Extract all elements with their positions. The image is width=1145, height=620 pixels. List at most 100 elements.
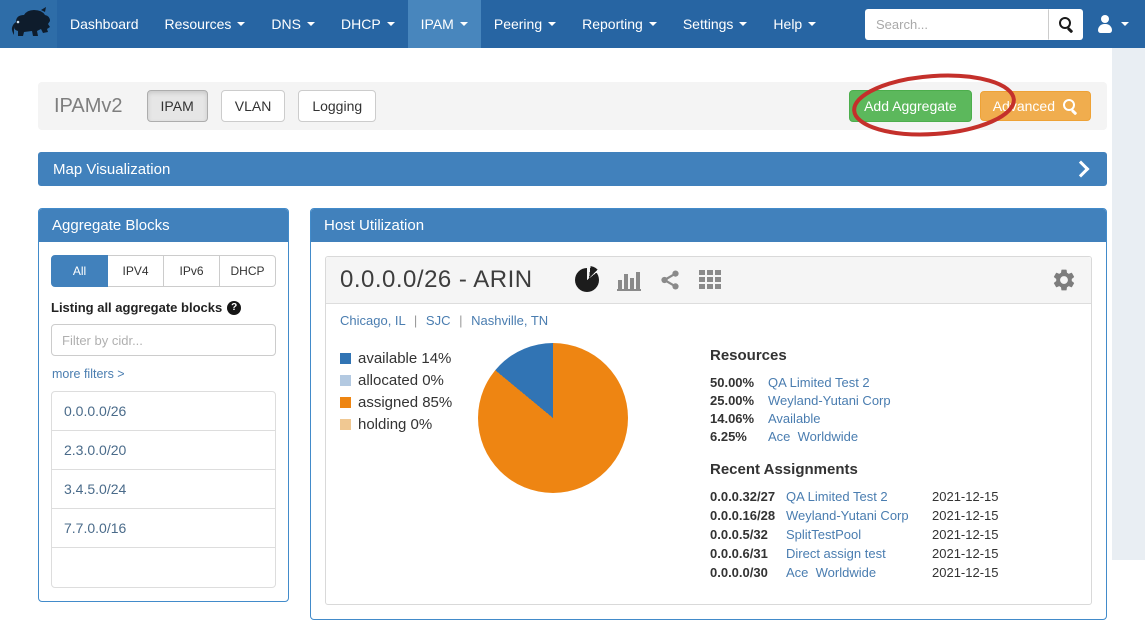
list-item[interactable]: 7.7.0.0/16: [52, 508, 275, 547]
list-item[interactable]: 0.0.0.0/26: [52, 392, 275, 430]
tab-ipam[interactable]: IPAM: [147, 90, 208, 122]
gear-icon[interactable]: [1051, 267, 1077, 293]
utilization-titlebar: 0.0.0.0/26 - ARIN: [326, 257, 1091, 304]
nav-item-resources[interactable]: Resources: [152, 0, 259, 48]
assignment-date: 2021-12-15: [932, 489, 1077, 504]
listing-label-row: Listing all aggregate blocks ?: [51, 300, 276, 315]
resource-link[interactable]: Ace Worldwide: [768, 429, 858, 444]
map-visualization-bar[interactable]: Map Visualization: [38, 152, 1107, 186]
help-icon[interactable]: ?: [227, 301, 241, 315]
scrollbar-track[interactable]: [1112, 48, 1145, 560]
nav-item-label: DNS: [271, 16, 301, 32]
assignment-link[interactable]: Weyland-Yutani Corp: [786, 508, 932, 523]
aggregate-filter-tabs: All IPV4 IPv6 DHCP: [51, 255, 276, 287]
resource-link[interactable]: Available: [768, 411, 821, 426]
tab-dhcp[interactable]: DHCP: [220, 255, 276, 287]
nav-item-label: Reporting: [582, 16, 643, 32]
nav-item-peering[interactable]: Peering: [481, 0, 569, 48]
table-row: 0.0.0.5/32SplitTestPool2021-12-15: [710, 527, 1077, 542]
more-filters-link[interactable]: more filters >: [52, 367, 125, 381]
tab-logging[interactable]: Logging: [298, 90, 376, 122]
nav-item-settings[interactable]: Settings: [670, 0, 761, 48]
nav-item-help[interactable]: Help: [760, 0, 829, 48]
chevron-down-icon: [808, 22, 816, 26]
utilization-pie-chart: [478, 343, 628, 493]
legend-item: available 14%: [340, 350, 478, 367]
search-icon: [1058, 16, 1074, 32]
search-icon: [1062, 98, 1078, 114]
table-row: 0.0.0.0/30Ace Worldwide2021-12-15: [710, 565, 1077, 580]
cidr-filter-input[interactable]: [51, 324, 276, 356]
chevron-down-icon: [649, 22, 657, 26]
tab-vlan[interactable]: VLAN: [221, 90, 286, 122]
app-logo[interactable]: [0, 0, 57, 48]
page-title: IPAMv2: [54, 95, 123, 118]
nav-item-dashboard[interactable]: Dashboard: [57, 0, 152, 48]
nav-item-reporting[interactable]: Reporting: [569, 0, 670, 48]
host-utilization-body: 0.0.0.0/26 - ARIN: [311, 242, 1106, 619]
chevron-down-icon: [387, 22, 395, 26]
search-input[interactable]: [865, 9, 1048, 40]
pie-chart-icon[interactable]: [575, 268, 599, 292]
assignment-link[interactable]: Ace Worldwide: [786, 565, 932, 580]
assignment-link[interactable]: QA Limited Test 2: [786, 489, 932, 504]
nav-item-label: Resources: [165, 16, 232, 32]
legend-label: holding 0%: [358, 416, 432, 433]
tab-ipv6[interactable]: IPv6: [164, 255, 220, 287]
advanced-search-button[interactable]: Advanced: [980, 91, 1091, 121]
table-row: 25.00%Weyland-Yutani Corp: [710, 393, 1077, 408]
assignment-date: 2021-12-15: [932, 565, 1077, 580]
list-item[interactable]: 3.4.5.0/24: [52, 469, 275, 508]
legend-swatch: [340, 419, 351, 430]
nav-item-dns[interactable]: DNS: [258, 0, 328, 48]
user-menu[interactable]: [1095, 15, 1129, 34]
nav-item-ipam[interactable]: IPAM: [408, 0, 481, 48]
tab-all[interactable]: All: [51, 255, 108, 287]
resource-link[interactable]: QA Limited Test 2: [768, 375, 870, 390]
resource-pct: 50.00%: [710, 375, 768, 390]
chevron-down-icon: [1121, 22, 1129, 26]
share-icon[interactable]: [659, 269, 681, 291]
table-row: 0.0.0.6/31Direct assign test2021-12-15: [710, 546, 1077, 561]
utilization-chart-row: available 14% allocated 0% assigned 85% …: [326, 330, 1091, 604]
legend-swatch: [340, 375, 351, 386]
location-links: Chicago, IL | SJC | Nashville, TN: [326, 304, 1091, 330]
assignment-link[interactable]: Direct assign test: [786, 546, 932, 561]
table-row: 6.25%Ace Worldwide: [710, 429, 1077, 444]
location-link[interactable]: SJC: [426, 313, 451, 328]
host-utilization-header: Host Utilization: [311, 209, 1106, 242]
assignment-link[interactable]: SplitTestPool: [786, 527, 932, 542]
nav-item-label: DHCP: [341, 16, 381, 32]
resource-pct: 14.06%: [710, 411, 768, 426]
logo-rhino-icon: [7, 5, 51, 43]
chevron-down-icon: [739, 22, 747, 26]
list-item[interactable]: 2.3.0.0/20: [52, 430, 275, 469]
global-search: [865, 9, 1083, 40]
assignment-date: 2021-12-15: [932, 527, 1077, 542]
list-item[interactable]: [52, 547, 275, 587]
legend-label: available 14%: [358, 350, 451, 367]
table-row: 50.00%QA Limited Test 2: [710, 375, 1077, 390]
location-separator: |: [459, 313, 462, 328]
resource-pct: 25.00%: [710, 393, 768, 408]
chevron-right-icon: [1073, 161, 1090, 178]
grid-view-icon[interactable]: [699, 270, 722, 290]
location-link[interactable]: Chicago, IL: [340, 313, 405, 328]
legend-item: allocated 0%: [340, 372, 478, 389]
utilization-info: Resources 50.00%QA Limited Test 2 25.00%…: [710, 345, 1077, 584]
add-aggregate-button[interactable]: Add Aggregate: [849, 90, 972, 122]
location-link[interactable]: Nashville, TN: [471, 313, 548, 328]
resource-pct: 6.25%: [710, 429, 768, 444]
nav-item-dhcp[interactable]: DHCP: [328, 0, 408, 48]
tab-ipv4[interactable]: IPV4: [108, 255, 164, 287]
nav-menu: Dashboard Resources DNS DHCP IPAM Peerin…: [57, 0, 829, 48]
nav-item-label: Settings: [683, 16, 734, 32]
search-button[interactable]: [1048, 9, 1083, 40]
legend-label: allocated 0%: [358, 372, 444, 389]
map-visualization-label: Map Visualization: [53, 161, 170, 178]
resource-link[interactable]: Weyland-Yutani Corp: [768, 393, 891, 408]
aggregate-blocks-body: All IPV4 IPv6 DHCP Listing all aggregate…: [39, 242, 288, 601]
table-row: 0.0.0.16/28Weyland-Yutani Corp2021-12-15: [710, 508, 1077, 523]
bar-chart-icon[interactable]: [617, 270, 641, 291]
resources-heading: Resources: [710, 347, 1077, 364]
